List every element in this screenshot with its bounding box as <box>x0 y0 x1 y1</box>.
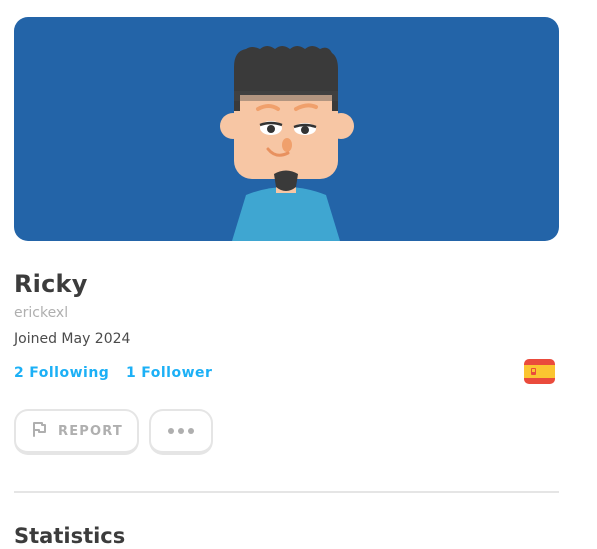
following-link[interactable]: 2 Following <box>14 365 109 381</box>
statistics-heading: Statistics <box>14 524 126 548</box>
more-options-button[interactable] <box>149 409 213 455</box>
flag-outline-icon <box>30 420 48 442</box>
profile-display-name: Ricky <box>14 270 88 298</box>
report-button[interactable]: REPORT <box>14 409 139 455</box>
spain-flag-icon[interactable] <box>524 359 555 384</box>
section-divider <box>14 491 559 493</box>
following-count: 2 <box>14 365 25 381</box>
report-label: REPORT <box>58 423 123 439</box>
profile-banner <box>14 17 559 241</box>
profile-joined-date: Joined May 2024 <box>14 331 131 347</box>
followers-label: Follower <box>141 365 213 381</box>
avatar <box>220 46 354 241</box>
following-label: Following <box>29 365 110 381</box>
more-dots-icon <box>168 428 194 434</box>
followers-count: 1 <box>126 365 137 381</box>
profile-username: erickexl <box>14 305 69 321</box>
followers-link[interactable]: 1 Follower <box>126 365 212 381</box>
